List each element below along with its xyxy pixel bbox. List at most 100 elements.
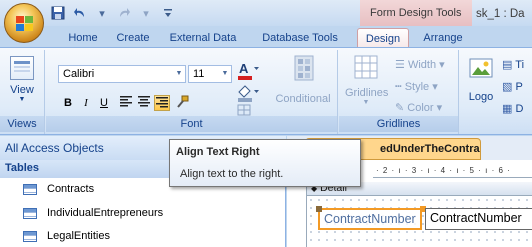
date-time-icon: ▦ [502,103,513,115]
tab-create[interactable]: Create [108,28,158,48]
conditional-label: Conditional [275,93,331,105]
logo-button[interactable]: Logo [464,56,498,112]
font-name-value: Calibri [63,68,95,80]
title-label: Ti [515,59,525,71]
font-color-button[interactable]: A [236,60,260,82]
nav-item-individual-entrepreneurs[interactable]: IndividualEntrepreneurs [0,202,286,224]
chevron-down-icon[interactable]: ▼ [173,66,185,82]
underline-button[interactable]: U [96,95,112,111]
page-numbers-label: P [515,81,523,93]
nav-item-label: IndividualEntrepreneurs [47,207,164,219]
office-logo-icon [16,16,33,31]
views-group-label: Views [0,116,44,132]
font-size-combo[interactable]: 11 ▼ [188,65,232,83]
redo-dropdown-icon[interactable]: ▾ [138,5,154,21]
gridlines-group: Gridlines ▼ ☰ Width ▾ ┅ Style ▾ ✎ Color … [339,50,459,134]
table-icon [23,183,37,195]
move-handle[interactable] [316,206,322,212]
font-name-combo[interactable]: Calibri ▼ [58,65,186,83]
format-painter-icon [177,95,189,108]
detail-grid[interactable]: ContractNumber ContractNumber [307,196,532,247]
font-color-icon: A [238,61,259,80]
window-title: sk_1 : Da [476,8,525,20]
contract-number-textbox-control[interactable]: ContractNumber [425,208,532,230]
font-size-value: 11 [193,68,205,80]
gridlines-group-label: Gridlines [339,116,458,132]
views-group: View ▼ Views [0,50,45,134]
view-label: View [10,84,34,96]
font-group: Calibri ▼ 11 ▼ A B I U Conditional Font [46,50,338,134]
vertical-ruler [297,178,307,247]
format-painter-button[interactable] [174,95,190,111]
controls-group: Logo ▤ Ti ▧ P ▦ D [460,50,532,134]
tooltip-description: Align text to the right. [180,168,284,180]
chevron-down-icon[interactable]: ▼ [219,66,231,82]
align-left-button[interactable] [118,95,134,111]
font-group-label: Font [46,116,337,132]
nav-item-label: LegalEntities [47,230,110,242]
italic-button[interactable]: I [78,95,94,111]
conditional-formatting-icon [294,55,314,81]
save-icon[interactable] [50,5,66,21]
width-label: Width [407,59,437,71]
width-button[interactable]: ☰ Width ▾ [395,58,445,71]
style-button[interactable]: ┅ Style ▾ [395,80,438,93]
tab-arrange[interactable]: Arrange [414,28,472,48]
nav-item-legal-entities[interactable]: LegalEntities [0,225,286,247]
tab-design[interactable]: Design [357,28,409,48]
tab-home[interactable]: Home [60,28,106,48]
align-center-button[interactable] [136,95,152,111]
form-view-icon [10,56,34,80]
table-icon [23,207,37,219]
align-center-icon [138,96,150,107]
tooltip: Align Text Right Align text to the right… [169,139,361,187]
color-button[interactable]: ✎ Color ▾ [395,101,442,114]
style-icon: ┅ [395,81,402,93]
date-time-button[interactable]: ▦ D [502,102,523,115]
gridlines-label: Gridlines [345,87,389,99]
align-left-icon [120,96,132,107]
office-button[interactable] [4,3,44,43]
tab-external-data[interactable]: External Data [160,28,246,48]
line-color-button[interactable] [236,104,260,116]
quick-access-toolbar: ▾ ▾ [50,4,176,22]
chevron-down-icon: ▼ [362,99,370,106]
page-numbers-icon: ▧ [502,81,513,93]
fill-color-button[interactable] [236,84,260,104]
title-button[interactable]: ▤ Ti [502,58,524,71]
redo-icon[interactable] [116,5,132,21]
tab-database-tools[interactable]: Database Tools [250,28,350,48]
table-icon [23,230,37,242]
gridlines-button[interactable]: Gridlines ▼ [345,54,389,114]
fill-bucket-icon [238,85,259,102]
undo-icon[interactable] [72,5,88,21]
ribbon-tabs: Home Create External Data Database Tools… [0,26,532,48]
align-right-icon [156,97,168,108]
grid-lines-icon [237,104,251,116]
title-bar: ▾ ▾ Form Design Tools sk_1 : Da [0,0,532,26]
nav-item-label: Contracts [47,183,95,195]
title-icon: ▤ [502,59,513,71]
chevron-down-icon: ▼ [18,96,26,103]
page-numbers-button[interactable]: ▧ P [502,80,523,93]
customize-qat-icon[interactable] [160,5,176,21]
horizontal-ruler: · 2 · ı · 3 · ı · 4 · ı · 5 · ı · 6 · [373,166,532,178]
context-tab-group-header: Form Design Tools [360,0,472,26]
conditional-formatting-button[interactable]: Conditional [274,54,332,114]
contract-number-label-control[interactable]: ContractNumber [318,208,422,230]
gridlines-icon [354,55,378,79]
color-label: Color [407,102,434,114]
tooltip-title: Align Text Right [176,146,260,158]
undo-dropdown-icon[interactable]: ▾ [94,5,110,21]
bold-button[interactable]: B [60,95,76,111]
date-time-label: D [515,103,524,115]
align-right-button[interactable] [154,95,170,111]
ribbon: View ▼ Views Calibri ▼ 11 ▼ A B I U Cond… [0,47,532,135]
width-icon: ☰ [395,59,405,71]
logo-picture-icon [469,58,493,78]
svg-text:A: A [239,61,249,76]
pen-icon: ✎ [395,102,405,114]
logo-label: Logo [468,91,494,103]
style-label: Style [404,81,430,93]
view-button[interactable]: View ▼ [4,54,40,112]
